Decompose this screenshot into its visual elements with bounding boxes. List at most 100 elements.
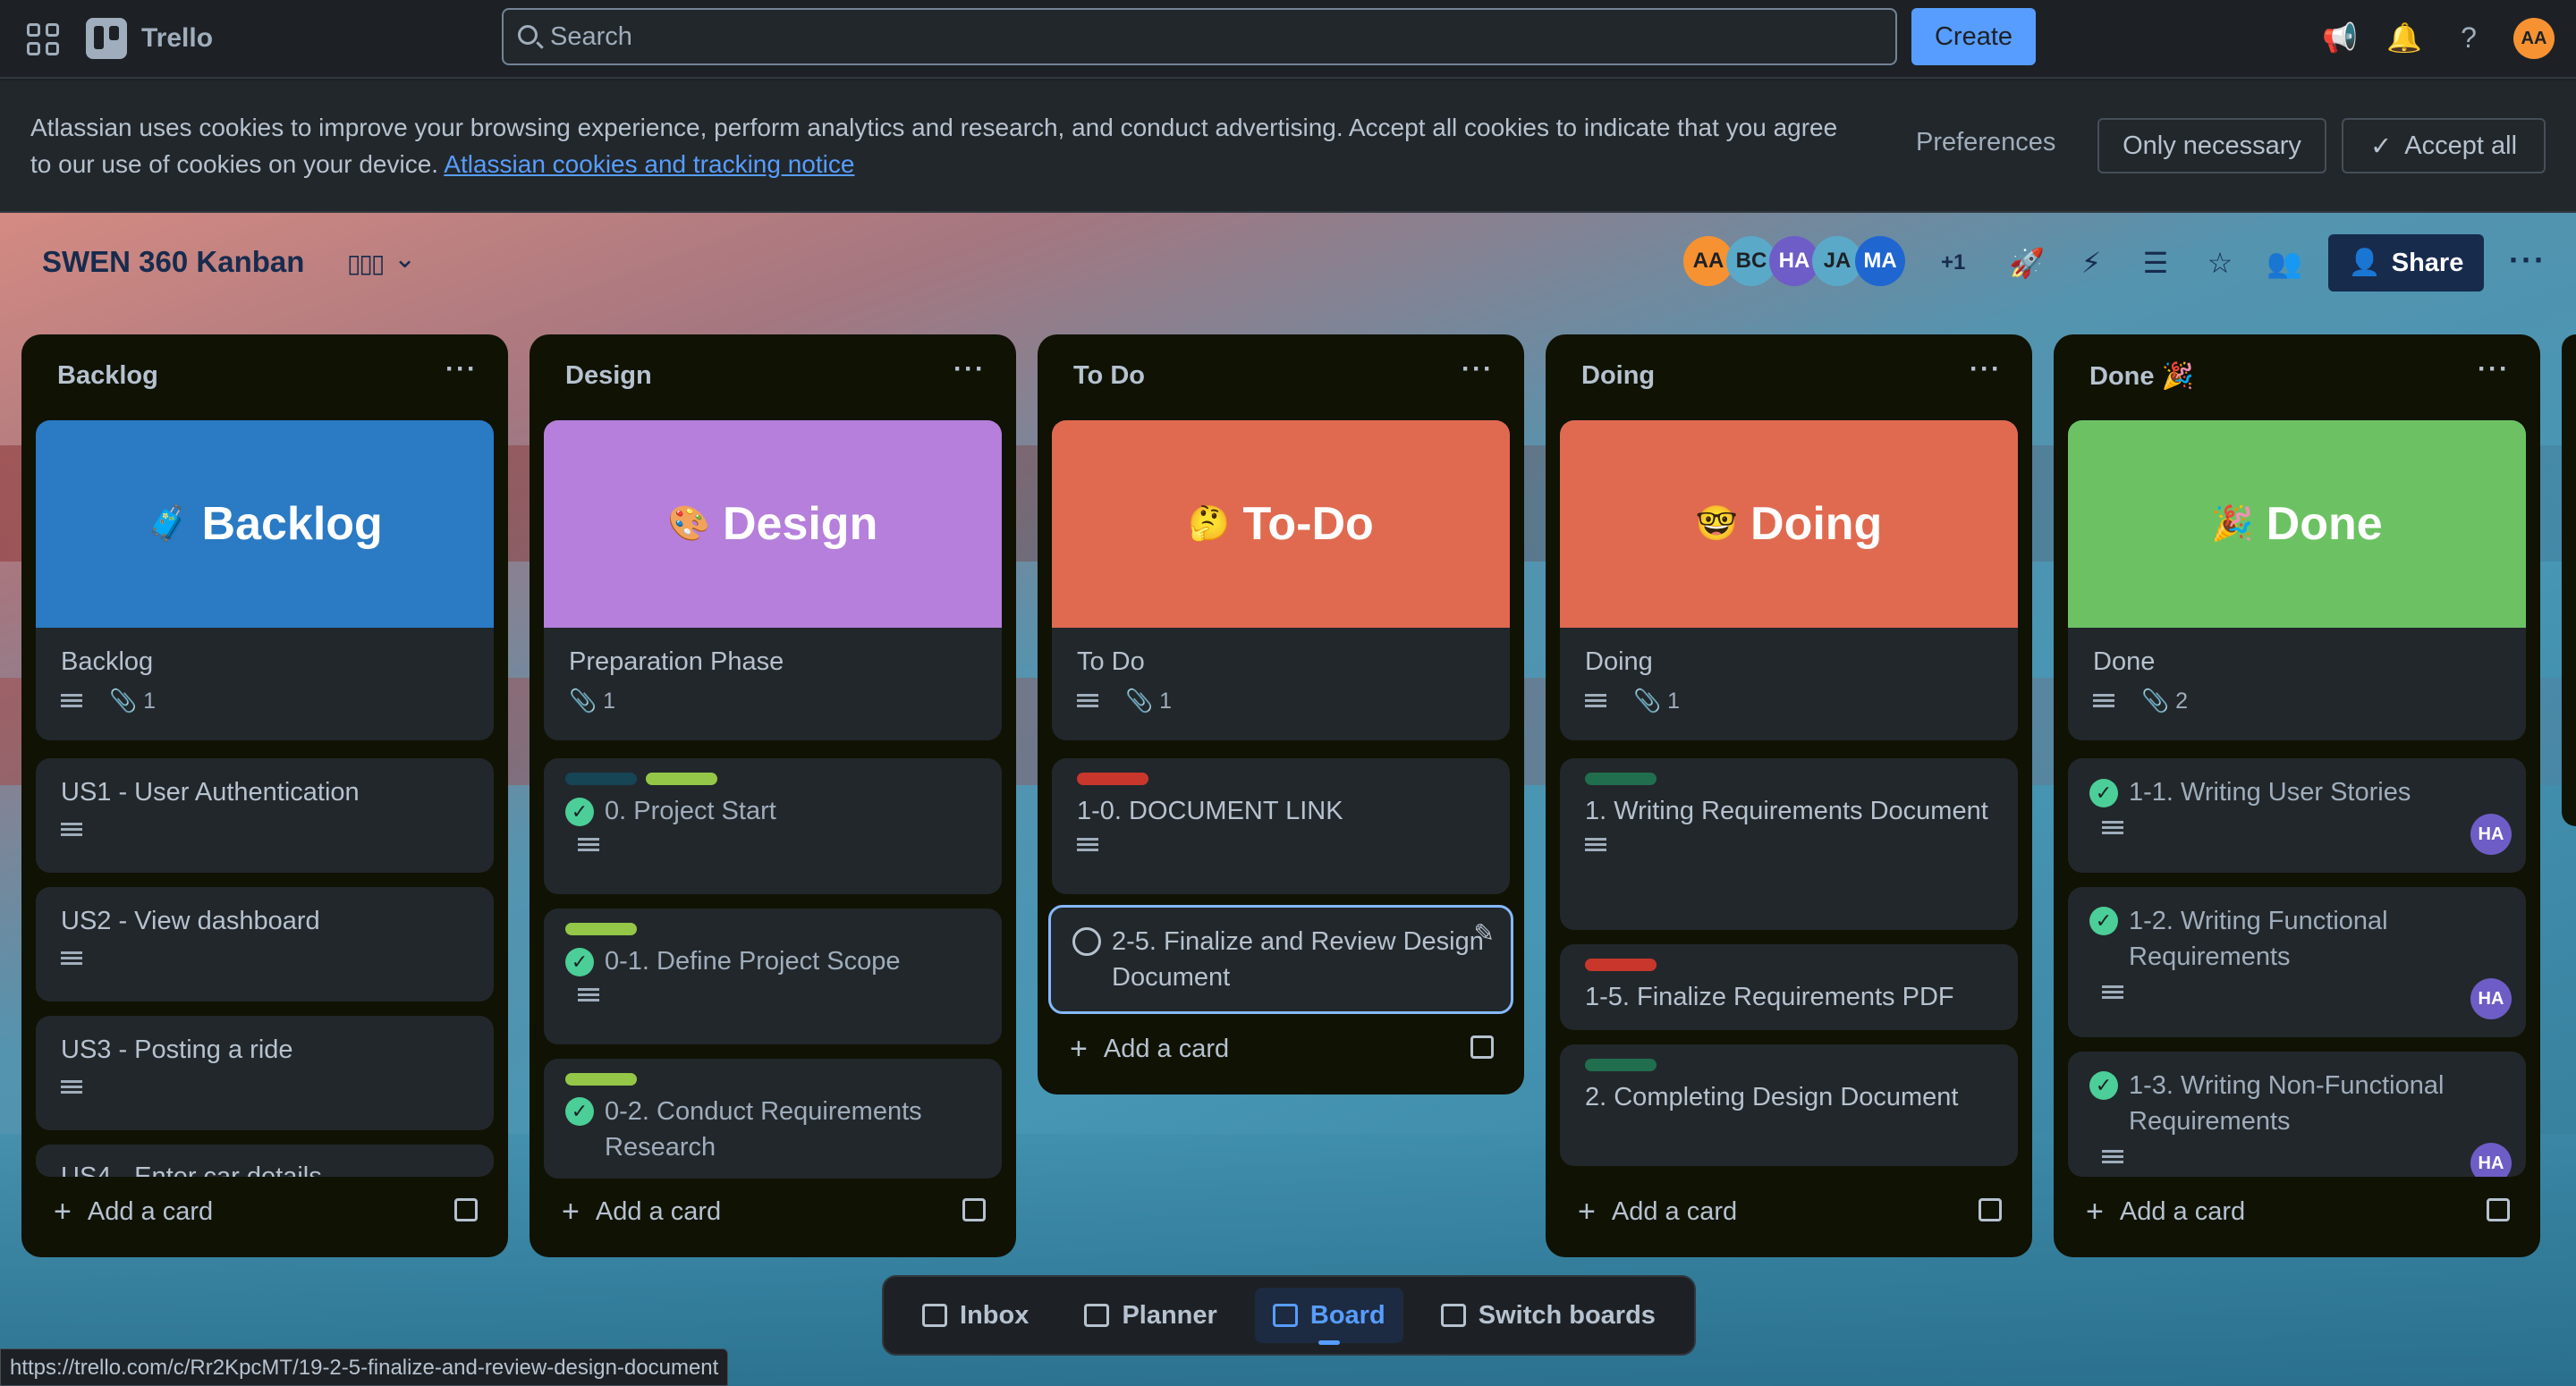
bell-icon[interactable]: 🔔	[2386, 20, 2422, 55]
add-card-button[interactable]: + Add a card	[2086, 1195, 2245, 1230]
list-card[interactable]: ✓ 0. Project Start	[544, 758, 1002, 894]
app-switcher-icon[interactable]	[27, 23, 59, 55]
board-tab[interactable]: Board	[1254, 1288, 1403, 1345]
list-card[interactable]: 1-0. DOCUMENT LINK	[1052, 758, 1510, 894]
complete-check-icon[interactable]: ✓	[2089, 1071, 2118, 1100]
label-lime	[565, 923, 637, 935]
more-members-count[interactable]: +1	[1941, 250, 1965, 275]
trello-logo-icon	[86, 18, 127, 59]
list-card[interactable]: ✓ 1-2. Writing Functional Requirements HA	[2068, 887, 2526, 1037]
template-icon[interactable]	[1470, 1035, 1494, 1059]
card-title: 1-1. Writing User Stories	[2129, 778, 2411, 807]
attachment-badge: 📎 1	[1633, 689, 1680, 714]
cover-card[interactable]: 🤔 To-Do To Do 📎 1	[1052, 420, 1510, 740]
list-title[interactable]: Doing	[1581, 361, 1655, 391]
list-menu-icon[interactable]: ···	[953, 354, 986, 385]
list-title[interactable]: To Do	[1073, 361, 1145, 391]
list-card[interactable]: ✓ 0-1. Define Project Scope	[544, 909, 1002, 1044]
attachment-count: 1	[143, 689, 156, 714]
switch-boards-label: Switch boards	[1478, 1300, 1656, 1330]
search-input[interactable]: Search	[502, 8, 1897, 65]
member-avatar[interactable]: HA	[2470, 1143, 2512, 1177]
paperclip-icon: 📎	[569, 689, 597, 714]
star-icon[interactable]: ☆	[2202, 245, 2238, 281]
party-popper-icon: 🎉	[2211, 505, 2254, 543]
list-card[interactable]: ✓ 0-2. Conduct Requirements Research	[544, 1059, 1002, 1179]
list-card[interactable]: ✓ 1-3. Writing Non-Functional Requirement…	[2068, 1052, 2526, 1177]
list-menu-icon[interactable]: ···	[2478, 354, 2510, 385]
preferences-button[interactable]: Preferences	[1916, 128, 2055, 157]
template-icon[interactable]	[454, 1198, 478, 1221]
list-card[interactable]: 2. Completing Design Document	[1560, 1044, 2018, 1166]
complete-check-icon[interactable]: ✓	[565, 948, 594, 977]
description-icon	[1585, 693, 1606, 710]
board-members[interactable]: AA BC HA JA MA	[1683, 236, 1905, 286]
list-card[interactable]: US1 - User Authentication	[36, 758, 494, 873]
rocket-icon[interactable]: 🚀	[2009, 245, 2045, 281]
add-card-button[interactable]: + Add a card	[1578, 1195, 1737, 1230]
inbox-tab[interactable]: Inbox	[904, 1288, 1046, 1343]
add-card-button[interactable]: + Add a card	[54, 1195, 213, 1230]
list-card[interactable]: 1. Writing Requirements Document	[1560, 758, 2018, 930]
template-icon[interactable]	[2487, 1198, 2510, 1221]
thinking-face-icon: 🤔	[1188, 505, 1231, 543]
complete-check-icon[interactable]: ✓	[565, 798, 594, 827]
planner-tab[interactable]: Planner	[1066, 1288, 1234, 1343]
board-view-icon[interactable]: ▯▯▯	[347, 249, 385, 278]
complete-check-icon[interactable]: ✓	[2089, 779, 2118, 808]
list-card[interactable]: US3 - Posting a ride	[36, 1016, 494, 1130]
card-title: US4 - Enter car details	[61, 1162, 322, 1177]
cover-card[interactable]: 🎉 Done Done 📎 2	[2068, 420, 2526, 740]
description-icon	[1585, 838, 1606, 854]
check-icon: ✓	[2369, 131, 2393, 161]
accept-all-button[interactable]: ✓ Accept all	[2342, 118, 2546, 173]
cookie-notice-link[interactable]: Atlassian cookies and tracking notice	[444, 150, 854, 178]
list-menu-icon[interactable]: ···	[1462, 354, 1494, 385]
member-avatar[interactable]: MA	[1855, 236, 1905, 286]
list-card[interactable]: US4 - Enter car details	[36, 1145, 494, 1177]
automation-icon[interactable]: ⚡	[2073, 245, 2109, 281]
member-avatar[interactable]: HA	[2470, 978, 2512, 1019]
card-cover: 🤓 Doing	[1560, 420, 2018, 628]
card-title: 2-5. Finalize and Review Design Document	[1112, 927, 1484, 992]
add-card-button[interactable]: + Add a card	[1070, 1032, 1229, 1067]
card-cover: 🤔 To-Do	[1052, 420, 1510, 628]
label-red	[1585, 959, 1657, 971]
cover-card[interactable]: 🧳 Backlog Backlog 📎 1	[36, 420, 494, 740]
trello-logo[interactable]: Trello	[86, 18, 213, 59]
list-title[interactable]: Done 🎉	[2089, 361, 2194, 392]
switch-boards-tab[interactable]: Switch boards	[1423, 1288, 1674, 1343]
template-icon[interactable]	[1979, 1198, 2002, 1221]
help-icon[interactable]: ?	[2451, 20, 2487, 55]
member-avatar[interactable]: HA	[2470, 814, 2512, 855]
visibility-icon[interactable]: 👥	[2267, 245, 2302, 281]
cover-card[interactable]: 🎨 Design Preparation Phase 📎 1	[544, 420, 1002, 740]
complete-check-icon[interactable]: ✓	[565, 1097, 594, 1126]
complete-circle-icon[interactable]	[1072, 927, 1101, 956]
chevron-down-icon[interactable]: ⌄	[394, 243, 416, 275]
complete-check-icon[interactable]: ✓	[2089, 907, 2118, 935]
board-menu-icon[interactable]: ···	[2509, 241, 2546, 279]
list-card-focused[interactable]: 2-5. Finalize and Review Design Document…	[1048, 905, 1513, 1014]
account-avatar[interactable]: AA	[2513, 18, 2555, 59]
list-menu-icon[interactable]: ···	[445, 354, 478, 385]
megaphone-icon[interactable]: 📢	[2322, 20, 2358, 55]
edit-icon[interactable]: ✎	[1474, 918, 1495, 948]
calendar-icon	[1084, 1304, 1110, 1327]
cover-card[interactable]: 🤓 Doing Doing 📎 1	[1560, 420, 2018, 740]
board-title[interactable]: SWEN 360 Kanban	[42, 245, 304, 279]
list-card[interactable]: US2 - View dashboard	[36, 887, 494, 1001]
list-menu-icon[interactable]: ···	[1970, 354, 2002, 385]
card-title: To Do	[1077, 647, 1145, 676]
add-card-button[interactable]: + Add a card	[562, 1195, 721, 1230]
share-button[interactable]: 👤 Share	[2328, 234, 2484, 292]
list-title[interactable]: Backlog	[57, 361, 158, 391]
template-icon[interactable]	[962, 1198, 986, 1221]
filter-icon[interactable]: ☰	[2138, 245, 2174, 281]
only-necessary-button[interactable]: Only necessary	[2097, 118, 2326, 173]
create-button[interactable]: Create	[1911, 8, 2036, 65]
list-title[interactable]: Design	[565, 361, 652, 391]
card-cover: 🎉 Done	[2068, 420, 2526, 628]
list-card[interactable]: 1-5. Finalize Requirements PDF	[1560, 944, 2018, 1030]
list-card[interactable]: ✓ 1-1. Writing User Stories HA	[2068, 758, 2526, 873]
